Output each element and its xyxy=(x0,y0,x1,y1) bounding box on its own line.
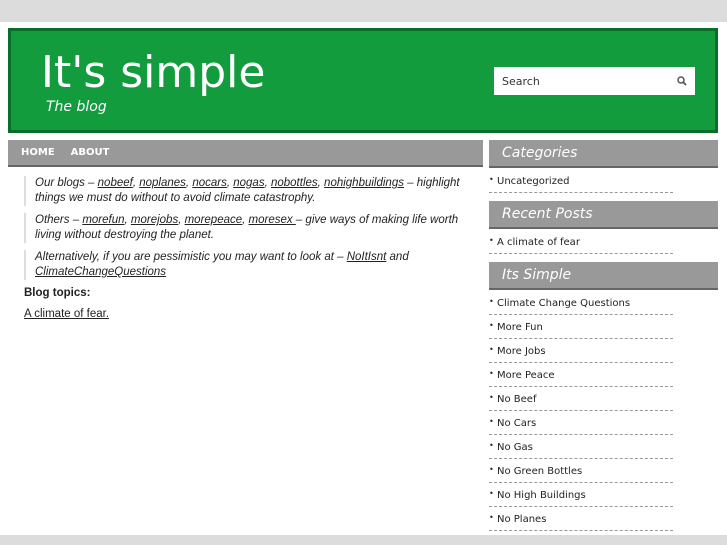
list-item[interactable]: No Cars xyxy=(489,414,673,435)
list-item[interactable]: No High Buildings xyxy=(489,486,673,507)
blockquote-blogs: Our blogs – nobeef, noplanes, nocars, no… xyxy=(24,176,474,206)
search-icon[interactable] xyxy=(677,76,687,86)
link-morefun[interactable]: morefun xyxy=(82,214,124,226)
site-tagline: The blog xyxy=(46,99,107,115)
link-morejobs[interactable]: morejobs xyxy=(131,214,178,226)
widget-title-categories: Categories xyxy=(489,140,718,168)
search-placeholder: Search xyxy=(502,74,540,88)
list-item[interactable]: A climate of fear xyxy=(489,233,673,254)
link-nohighbuildings[interactable]: nohighbuildings xyxy=(324,177,404,189)
list-item[interactable]: No Planes xyxy=(489,510,673,531)
list-item[interactable]: No Green Bottles xyxy=(489,462,673,483)
link-moresex[interactable]: moresex xyxy=(249,214,296,226)
link-nobeef[interactable]: nobeef xyxy=(98,177,133,189)
text: Alternatively, if you are pessimistic yo… xyxy=(35,251,347,263)
list-item[interactable]: More Jobs xyxy=(489,342,673,363)
text: Others – xyxy=(35,214,83,226)
page: It's simple The blog Search HOME ABOUT O… xyxy=(0,22,727,535)
nav-about[interactable]: ABOUT xyxy=(71,147,110,158)
link-morepeace[interactable]: morepeace xyxy=(185,214,243,226)
text: Our blogs – xyxy=(35,177,98,189)
site-title[interactable]: It's simple xyxy=(41,47,265,98)
sidebar: Categories Uncategorized Recent Posts A … xyxy=(489,140,718,539)
list-item[interactable]: More Peace xyxy=(489,366,673,387)
its-simple-list: Climate Change Questions More Fun More J… xyxy=(489,294,718,531)
nav-home[interactable]: HOME xyxy=(21,147,55,158)
main-nav: HOME ABOUT xyxy=(8,140,483,167)
recent-posts-list: A climate of fear xyxy=(489,233,718,254)
topic-link[interactable]: A climate of fear. xyxy=(24,308,109,320)
link-noitisnt[interactable]: NoItIsnt xyxy=(347,251,387,263)
link-nogas[interactable]: nogas xyxy=(233,177,264,189)
list-item[interactable]: More Fun xyxy=(489,318,673,339)
list-item[interactable]: No Gas xyxy=(489,438,673,459)
categories-list: Uncategorized xyxy=(489,172,718,193)
blockquote-others: Others – morefun, morejobs, morepeace, m… xyxy=(24,213,474,243)
link-nobottles[interactable]: nobottles xyxy=(271,177,318,189)
blog-topics-heading: Blog topics: xyxy=(24,287,91,299)
list-item[interactable]: Climate Change Questions xyxy=(489,294,673,315)
widget-title-its-simple: Its Simple xyxy=(489,262,718,290)
site-header: It's simple The blog Search xyxy=(6,26,720,135)
widget-title-recent-posts: Recent Posts xyxy=(489,201,718,229)
list-item[interactable]: Uncategorized xyxy=(489,172,673,193)
list-item[interactable]: No Beef xyxy=(489,390,673,411)
link-noplanes[interactable]: noplanes xyxy=(139,177,186,189)
search-input[interactable]: Search xyxy=(494,67,695,95)
blockquote-alternatively: Alternatively, if you are pessimistic yo… xyxy=(24,250,474,280)
link-nocars[interactable]: nocars xyxy=(192,177,227,189)
link-climatechangequestions[interactable]: ClimateChangeQuestions xyxy=(35,266,166,278)
main-content: Our blogs – nobeef, noplanes, nocars, no… xyxy=(24,176,474,320)
text: and xyxy=(386,251,409,263)
